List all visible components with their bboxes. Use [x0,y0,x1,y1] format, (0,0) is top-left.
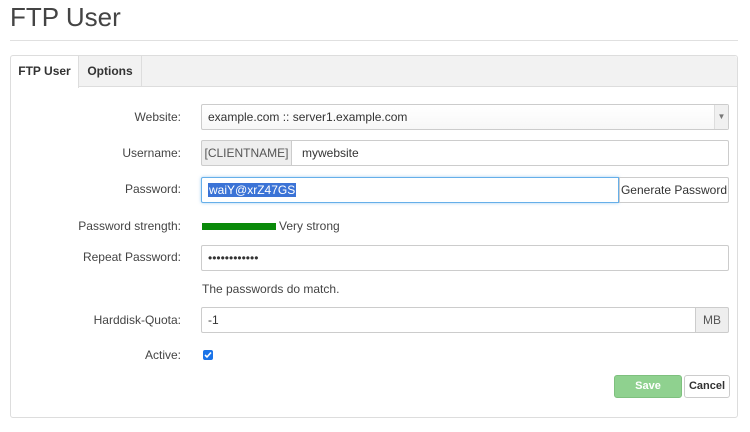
password-value: waiY@xrZ47GS [208,183,297,197]
generate-password-button[interactable]: Generate Password [619,177,729,203]
tab-ftp-user[interactable]: FTP User [11,56,79,88]
checkmark-icon [204,351,212,359]
password-strength-bar [202,223,276,230]
username-prefix: [CLIENTNAME] [201,140,292,166]
quota-value: -1 [208,313,219,327]
form-panel: FTP User Options Website: example.com ::… [10,55,738,418]
password-input[interactable]: waiY@xrZ47GS [201,177,619,203]
password-strength-fill [202,223,276,230]
username-input[interactable]: mywebsite [291,140,729,166]
save-button[interactable]: Save [614,375,682,398]
password-strength-label: Password strength: [78,219,181,233]
quota-unit: MB [695,307,729,333]
password-strength-text: Very strong [279,219,340,233]
tab-bar: FTP User Options [11,56,737,88]
repeat-password-value: •••••••••••• [208,251,259,265]
tab-options[interactable]: Options [79,56,142,87]
website-label: Website: [134,110,181,124]
page-title: FTP User [10,2,121,32]
quota-label: Harddisk-Quota: [93,313,181,327]
active-checkbox[interactable] [203,350,213,360]
password-match-message: The passwords do match. [202,282,340,296]
website-select-value: example.com :: server1.example.com [208,110,408,124]
username-value: mywebsite [302,146,359,160]
active-label: Active: [144,348,181,362]
chevron-down-icon: ▼ [714,105,728,129]
cancel-button[interactable]: Cancel [684,375,730,398]
quota-input[interactable]: -1 [201,307,696,333]
username-label: Username: [122,146,181,160]
repeat-password-label: Repeat Password: [82,250,181,264]
repeat-password-input[interactable]: •••••••••••• [201,245,729,271]
title-divider [10,40,738,41]
password-label: Password: [124,182,181,196]
website-select[interactable]: example.com :: server1.example.com ▼ [201,104,729,130]
